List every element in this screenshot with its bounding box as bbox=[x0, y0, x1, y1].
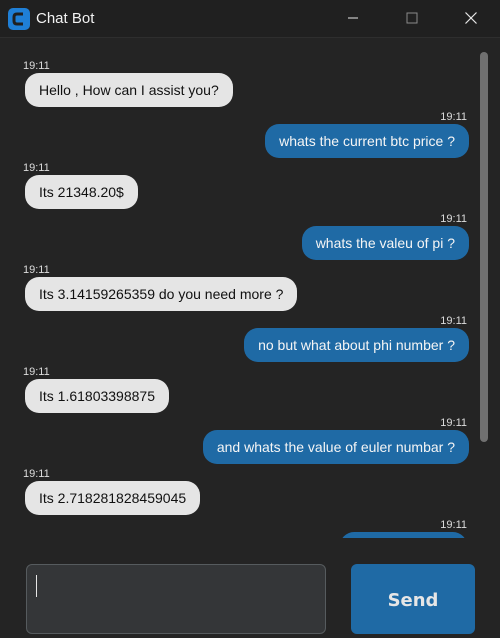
window-title: Chat Bot bbox=[36, 10, 95, 27]
app-logo-icon bbox=[8, 8, 30, 30]
message-timestamp: 19:11 bbox=[440, 111, 467, 123]
message-timestamp: 19:11 bbox=[23, 366, 50, 378]
message-timestamp: 19:11 bbox=[440, 417, 467, 429]
maximize-button[interactable] bbox=[389, 0, 435, 37]
chat-history[interactable]: 19:11 Hello , How can I assist you? 19:1… bbox=[0, 38, 478, 538]
bot-message: Its 2.718281828459045 bbox=[25, 481, 201, 515]
minimize-icon bbox=[348, 17, 358, 19]
chat-scrollbar[interactable] bbox=[480, 52, 488, 442]
send-button[interactable]: Send bbox=[351, 564, 475, 634]
bot-message: Its 1.61803398875 bbox=[25, 379, 169, 413]
text-caret bbox=[36, 575, 37, 597]
close-icon bbox=[465, 12, 477, 24]
user-message: and whats the value of euler numbar ? bbox=[202, 430, 469, 464]
user-message: whats the valeu of pi ? bbox=[301, 226, 469, 260]
bot-message: Its 21348.20$ bbox=[25, 175, 138, 209]
message-timestamp: 19:11 bbox=[23, 264, 50, 276]
minimize-button[interactable] bbox=[330, 0, 376, 37]
user-message: no but what about phi number ? bbox=[244, 328, 469, 362]
message-timestamp: 19:11 bbox=[23, 468, 50, 480]
message-timestamp: 19:11 bbox=[23, 162, 50, 174]
message-input[interactable] bbox=[26, 564, 326, 634]
close-button[interactable] bbox=[448, 0, 494, 37]
user-message bbox=[340, 532, 467, 538]
message-timestamp: 19:11 bbox=[440, 315, 467, 327]
message-timestamp: 19:11 bbox=[440, 519, 467, 531]
title-bar: Chat Bot bbox=[0, 0, 500, 38]
message-timestamp: 19:11 bbox=[440, 213, 467, 225]
bot-message: Hello , How can I assist you? bbox=[25, 73, 233, 107]
bot-message: Its 3.14159265359 do you need more ? bbox=[25, 277, 298, 311]
maximize-icon bbox=[406, 12, 418, 24]
user-message: whats the current btc price ? bbox=[265, 124, 469, 158]
message-timestamp: 19:11 bbox=[23, 60, 50, 72]
